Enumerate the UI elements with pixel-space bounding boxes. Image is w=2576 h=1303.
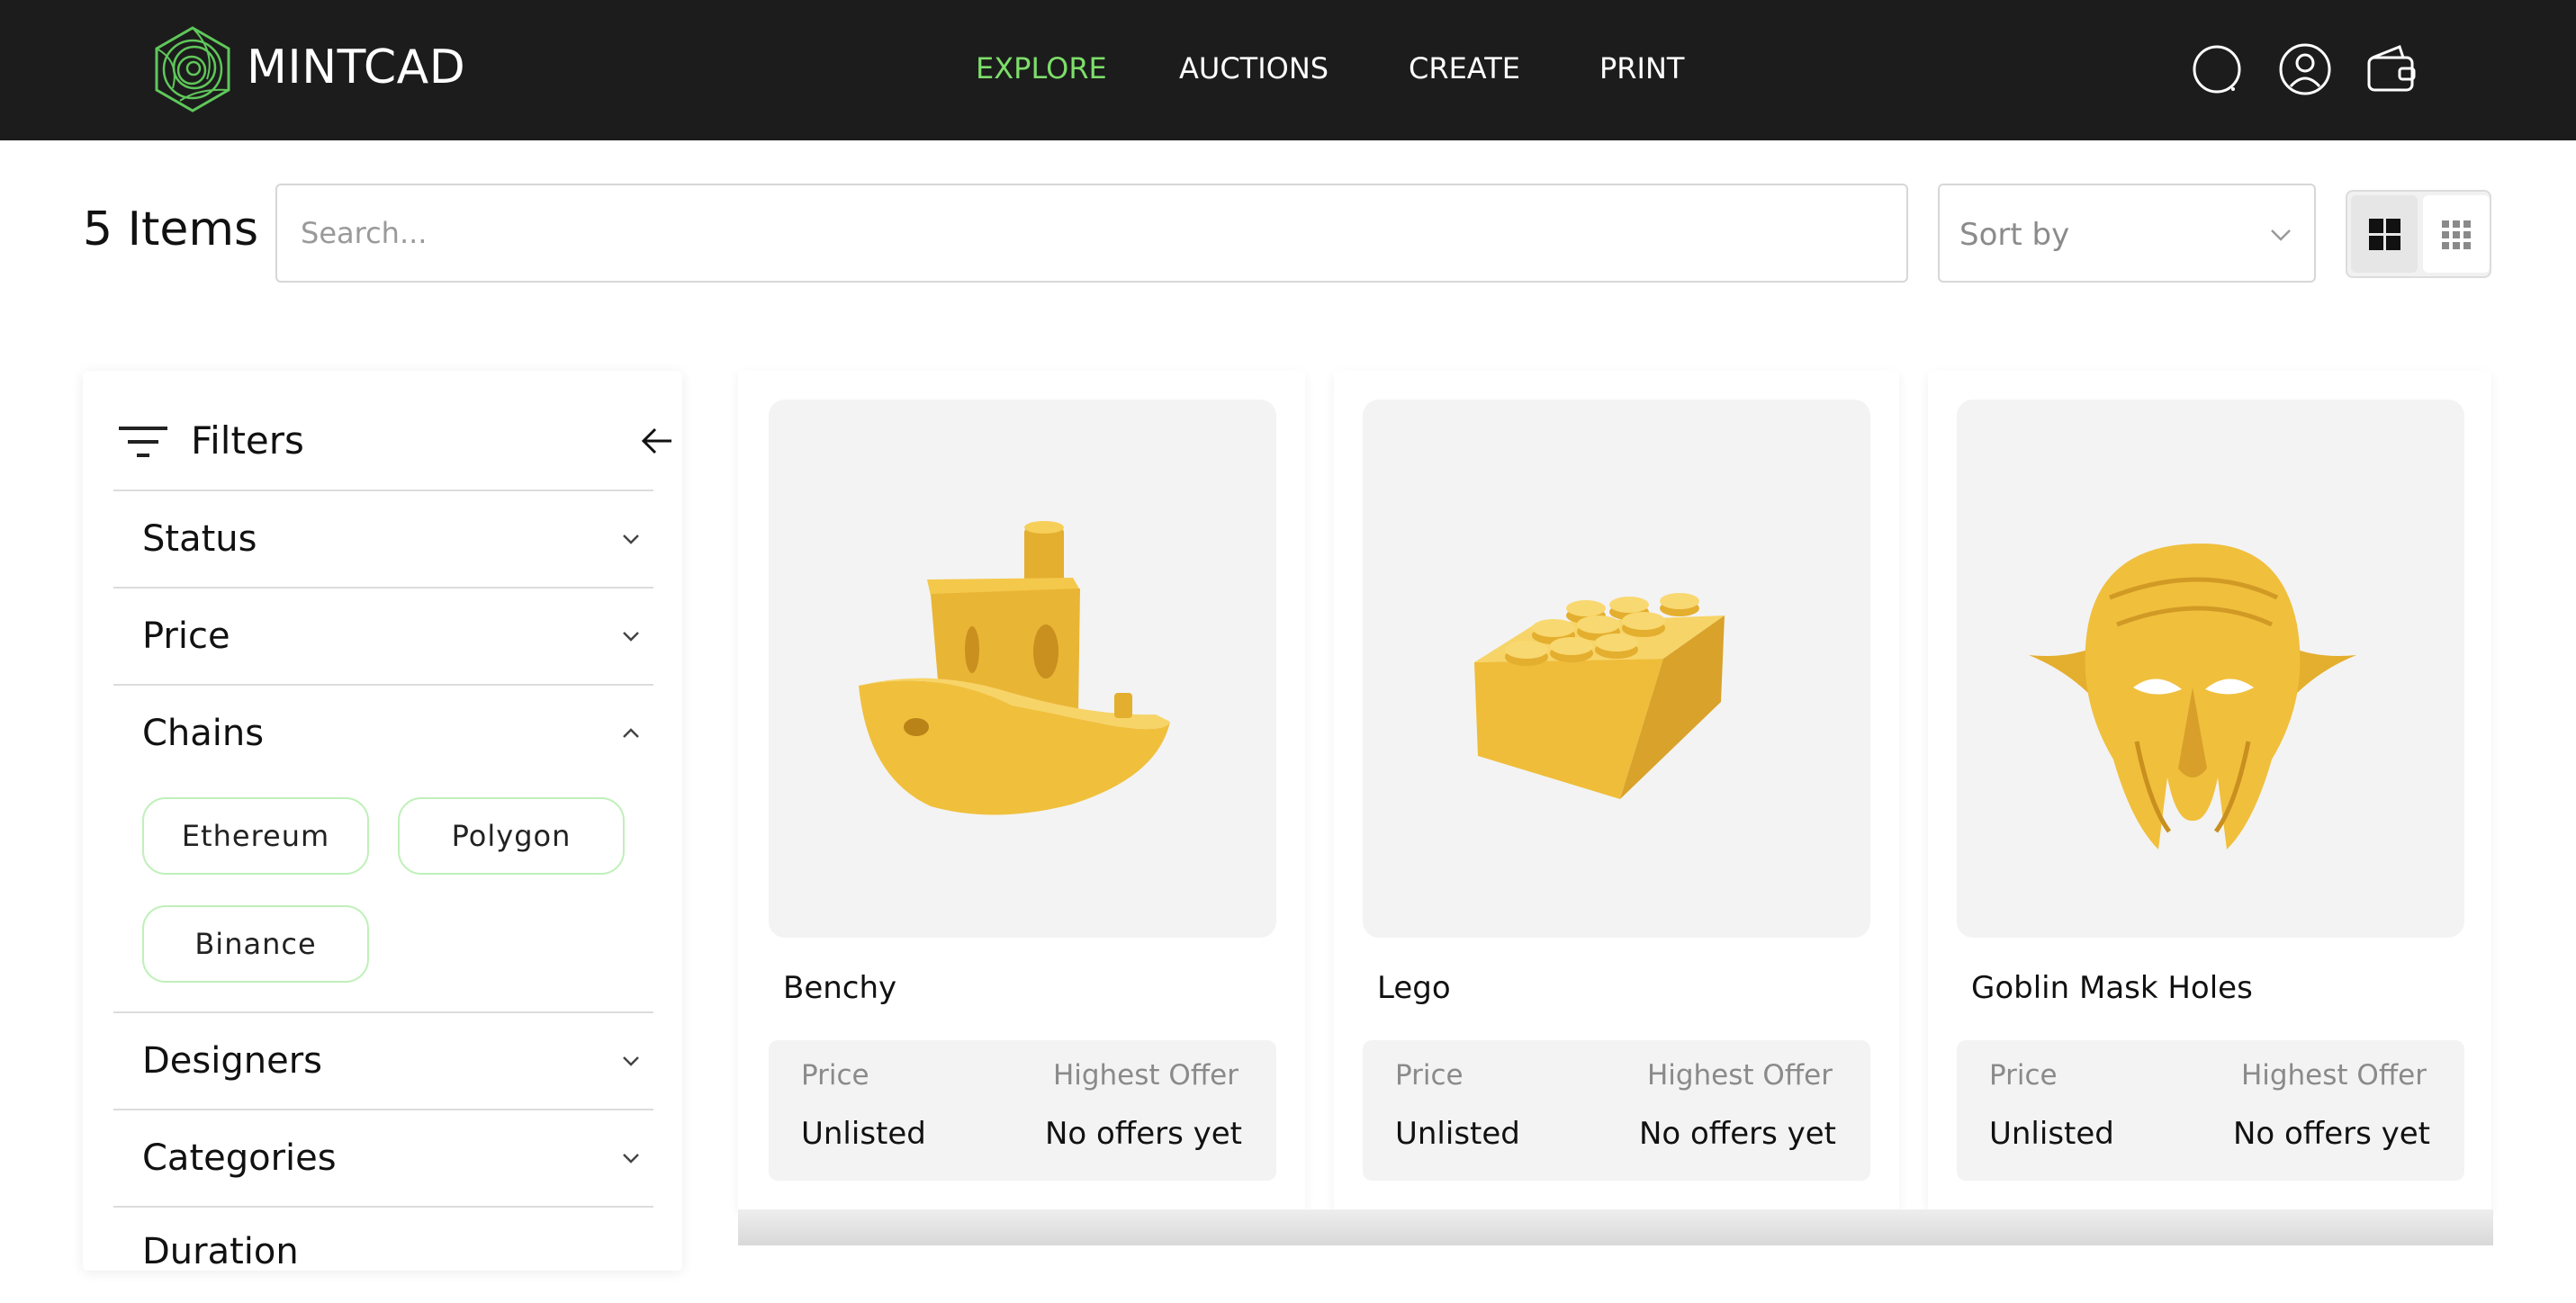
highest-offer-label: Highest Offer <box>2240 1059 2427 1092</box>
filter-status-toggle[interactable]: Status <box>113 491 653 587</box>
chip-binance[interactable]: Binance <box>142 905 369 983</box>
highest-offer-value: No offers yet <box>2232 1116 2430 1152</box>
filter-section-label: Price <box>142 616 230 657</box>
sort-dropdown[interactable]: Sort by <box>1938 184 2316 283</box>
chevron-down-icon <box>623 1056 639 1066</box>
price-label: Price <box>1395 1059 1464 1092</box>
nav-explore[interactable]: EXPLORE <box>976 49 1107 88</box>
nav-auctions[interactable]: AUCTIONS <box>1179 49 1329 88</box>
card-price-box: Price Highest Offer Unlisted No offers y… <box>1957 1040 2464 1181</box>
card-title[interactable]: Lego <box>1377 968 1451 1008</box>
chevron-down-icon <box>623 535 639 544</box>
card-title[interactable]: Benchy <box>783 968 896 1008</box>
filter-designers-toggle[interactable]: Designers <box>113 1013 653 1109</box>
small-grid-button[interactable] <box>2423 195 2490 273</box>
user-icon[interactable] <box>2277 41 2333 97</box>
scroll-shadow <box>738 1209 2493 1245</box>
chip-ethereum[interactable]: Ethereum <box>142 797 369 875</box>
filters-title: Filters <box>191 418 304 463</box>
price-value: Unlisted <box>1395 1116 1520 1152</box>
search-input[interactable] <box>275 184 1908 283</box>
filter-section-label: Categories <box>142 1137 337 1179</box>
lego-model-image <box>1474 593 1725 799</box>
card-title[interactable]: Goblin Mask Holes <box>1971 968 2253 1008</box>
filter-section-categories: Categories <box>113 1109 653 1206</box>
card-price-box: Price Highest Offer Unlisted No offers y… <box>1363 1040 1870 1181</box>
filter-section-duration: Duration <box>113 1206 653 1272</box>
benchy-model-image <box>859 521 1170 815</box>
card-image-goblin-mask[interactable] <box>1957 400 2464 938</box>
arrow-left-icon[interactable] <box>639 423 675 459</box>
items-count: 5 Items <box>83 202 259 256</box>
large-grid-button[interactable] <box>2351 195 2418 273</box>
chevron-down-icon <box>623 1154 639 1164</box>
price-value: Unlisted <box>801 1116 926 1152</box>
large-grid-icon <box>2369 219 2400 250</box>
sort-label: Sort by <box>1959 217 2070 253</box>
filter-section-status: Status <box>113 490 653 587</box>
filter-section-label: Designers <box>142 1040 322 1082</box>
chevron-up-icon <box>623 728 639 738</box>
filter-section-label: Status <box>142 518 257 560</box>
filter-section-label: Chains <box>142 713 265 754</box>
filter-section-price: Price <box>113 587 653 684</box>
filter-section-label: Duration <box>142 1231 299 1272</box>
chip-polygon[interactable]: Polygon <box>398 797 625 875</box>
mintcad-logo[interactable] <box>153 25 232 113</box>
highest-offer-value: No offers yet <box>1044 1116 1242 1152</box>
card-image-lego[interactable] <box>1363 400 1870 938</box>
chevron-down-icon <box>2271 229 2291 241</box>
filter-price-toggle[interactable]: Price <box>113 589 653 684</box>
filters-sidebar: Filters Status Price Chains Ethereum Pol… <box>83 371 682 1272</box>
filter-section-designers: Designers <box>113 1011 653 1109</box>
chevron-down-icon <box>623 632 639 642</box>
card-image-benchy[interactable] <box>769 400 1276 938</box>
highest-offer-value: No offers yet <box>1638 1116 1836 1152</box>
search-icon[interactable] <box>2189 41 2245 97</box>
filter-categories-toggle[interactable]: Categories <box>113 1110 653 1206</box>
view-toggle <box>2346 190 2491 278</box>
brand-name[interactable]: MINTCAD <box>247 38 465 97</box>
top-nav: MINTCAD EXPLORE AUCTIONS CREATE PRINT <box>0 0 2576 140</box>
filter-icon <box>119 427 167 457</box>
card-price-box: Price Highest Offer Unlisted No offers y… <box>769 1040 1276 1181</box>
nav-create[interactable]: CREATE <box>1409 49 1520 88</box>
wallet-icon[interactable] <box>2364 41 2419 97</box>
goblin-mask-model-image <box>2029 544 2356 849</box>
price-label: Price <box>1989 1059 2058 1092</box>
price-value: Unlisted <box>1989 1116 2114 1152</box>
small-grid-icon <box>2442 220 2471 249</box>
nav-print[interactable]: PRINT <box>1599 49 1684 88</box>
filters-header: Filters <box>119 405 671 477</box>
filter-section-chains: Chains Ethereum Polygon Binance <box>113 684 653 1011</box>
filter-duration-toggle[interactable]: Duration <box>113 1208 653 1303</box>
highest-offer-label: Highest Offer <box>1646 1059 1833 1092</box>
highest-offer-label: Highest Offer <box>1052 1059 1238 1092</box>
filter-chains-toggle[interactable]: Chains <box>113 686 653 781</box>
price-label: Price <box>801 1059 869 1092</box>
